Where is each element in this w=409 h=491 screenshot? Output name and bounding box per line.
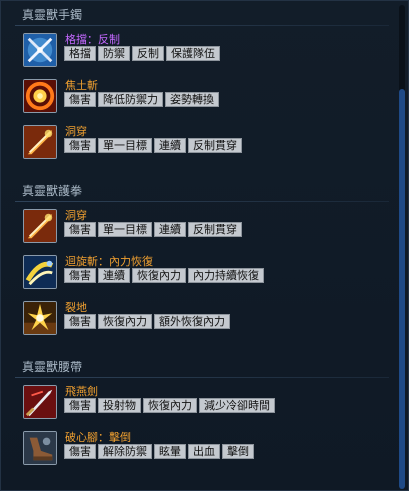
skill-tags: 格擋 防禦 反制 保護隊伍 <box>64 46 220 61</box>
tag: 連續 <box>154 138 186 153</box>
section-gauntlet: 真靈獸護拳 洞穿 傷害 單一目標 連續 反制貫穿 迴旋斬：內力恢復 傷害 連續 … <box>1 182 397 335</box>
pierce-icon <box>23 209 57 243</box>
skill-name: 破心腳：擊倒 <box>65 431 131 444</box>
skill-tags: 傷害 恢復內力 額外恢復內力 <box>64 314 230 329</box>
skill-tags: 傷害 單一目標 連續 反制貫穿 <box>64 222 242 237</box>
tag: 傷害 <box>64 222 96 237</box>
divider <box>15 25 389 26</box>
tag: 傷害 <box>64 138 96 153</box>
scrollbar-thumb[interactable] <box>399 89 405 489</box>
tag: 擊倒 <box>222 444 254 459</box>
section-title: 真靈獸護拳 <box>22 184 83 198</box>
skill-name: 飛燕劍 <box>65 385 98 398</box>
tag: 單一目標 <box>98 222 152 237</box>
skill-name: 迴旋斬：內力恢復 <box>65 255 153 268</box>
skill-name: 裂地 <box>65 301 87 314</box>
tag: 額外恢復內力 <box>154 314 230 329</box>
tag: 連續 <box>98 268 130 283</box>
tag: 姿勢轉換 <box>165 92 219 107</box>
flying-sword-icon <box>23 385 57 419</box>
skill-tags: 傷害 降低防禦力 姿勢轉換 <box>64 92 219 107</box>
skill-row[interactable]: 飛燕劍 傷害 投射物 恢復內力 減少冷卻時間 <box>23 383 393 423</box>
skill-row[interactable]: 格擋：反制 格擋 防禦 反制 保護隊伍 <box>23 31 393 71</box>
skill-tags: 傷害 投射物 恢復內力 減少冷卻時間 <box>64 398 275 413</box>
skill-row[interactable]: 迴旋斬：內力恢復 傷害 連續 恢復內力 內力持續恢復 <box>23 253 393 293</box>
divider <box>15 201 389 202</box>
tag: 連續 <box>154 222 186 237</box>
skill-info-panel: 真靈獸手鐲 格擋：反制 格擋 防禦 反制 保護隊伍 焦土斬 傷害 降低防禦力 姿… <box>0 0 409 491</box>
tag: 反制 <box>132 46 164 61</box>
pierce-icon <box>23 125 57 159</box>
tag: 恢復內力 <box>132 268 186 283</box>
skill-row[interactable]: 破心腳：擊倒 傷害 解除防禦 眩暈 出血 擊倒 <box>23 429 393 469</box>
fire-ring-icon <box>23 79 57 113</box>
tag: 傷害 <box>64 444 96 459</box>
tag: 格擋 <box>64 46 96 61</box>
section-belt: 真靈獸腰帶 飛燕劍 傷害 投射物 恢復內力 減少冷卻時間 破心腳：擊倒 傷害 解… <box>1 358 397 468</box>
section-bracelet: 真靈獸手鐲 格擋：反制 格擋 防禦 反制 保護隊伍 焦土斬 傷害 降低防禦力 姿… <box>1 6 397 159</box>
tag: 單一目標 <box>98 138 152 153</box>
tag: 眩暈 <box>154 444 186 459</box>
skill-name: 焦土斬 <box>65 79 98 92</box>
tag: 傷害 <box>64 314 96 329</box>
tag: 恢復內力 <box>143 398 197 413</box>
tag: 反制貫穿 <box>188 222 242 237</box>
skill-name: 格擋：反制 <box>65 33 120 46</box>
skill-row[interactable]: 焦土斬 傷害 降低防禦力 姿勢轉換 <box>23 77 393 117</box>
skill-name: 洞穿 <box>65 125 87 138</box>
tag: 保護隊伍 <box>166 46 220 61</box>
divider <box>15 377 389 378</box>
skill-row[interactable]: 洞穿 傷害 單一目標 連續 反制貫穿 <box>23 207 393 247</box>
skill-tags: 傷害 解除防禦 眩暈 出血 擊倒 <box>64 444 254 459</box>
scrollbar[interactable] <box>399 5 405 489</box>
tag: 防禦 <box>98 46 130 61</box>
tag: 傷害 <box>64 398 96 413</box>
section-title: 真靈獸手鐲 <box>22 8 83 22</box>
kick-icon <box>23 431 57 465</box>
tag: 出血 <box>188 444 220 459</box>
tag: 減少冷卻時間 <box>199 398 275 413</box>
tag: 傷害 <box>64 268 96 283</box>
ground-crack-icon <box>23 301 57 335</box>
section-title: 真靈獸腰帶 <box>22 360 83 374</box>
tag: 恢復內力 <box>98 314 152 329</box>
skill-row[interactable]: 洞穿 傷害 單一目標 連續 反制貫穿 <box>23 123 393 163</box>
skill-tags: 傷害 連續 恢復內力 內力持續恢復 <box>64 268 264 283</box>
tag: 反制貫穿 <box>188 138 242 153</box>
tag: 傷害 <box>64 92 96 107</box>
tag: 內力持續恢復 <box>188 268 264 283</box>
tag: 投射物 <box>98 398 141 413</box>
tag: 降低防禦力 <box>98 92 163 107</box>
tag: 解除防禦 <box>98 444 152 459</box>
skill-row[interactable]: 裂地 傷害 恢復內力 額外恢復內力 <box>23 299 393 339</box>
crossed-swords-icon <box>23 33 57 67</box>
skill-tags: 傷害 單一目標 連續 反制貫穿 <box>64 138 242 153</box>
spin-slash-icon <box>23 255 57 289</box>
skill-name: 洞穿 <box>65 209 87 222</box>
